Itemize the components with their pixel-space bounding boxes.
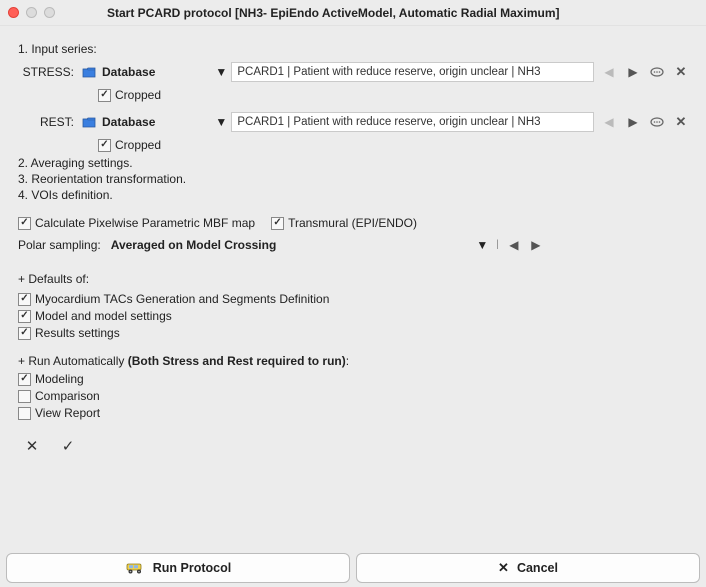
section-2-heading: 2. Averaging settings. (18, 156, 688, 170)
minimize-window-dot[interactable] (26, 7, 37, 18)
dialog-content: 1. Input series: STRESS: Database ▼ PCAR… (0, 26, 706, 469)
stress-cropped-checkbox[interactable]: Cropped (98, 88, 161, 102)
footer: Run Protocol ✕ Cancel (0, 553, 706, 583)
tool-row: ✕ ✓ (18, 423, 688, 463)
stress-cropped-label: Cropped (115, 88, 161, 102)
transmural-label: Transmural (EPI/ENDO) (288, 216, 417, 230)
rest-row: REST: Database ▼ PCARD1 | Patient with r… (18, 112, 688, 132)
rest-series-field[interactable]: PCARD1 | Patient with reduce reserve, or… (231, 112, 594, 132)
runauto-bold: (Both Stress and Rest required to run) (128, 354, 346, 368)
options-row: Calculate Pixelwise Parametric MBF map T… (18, 216, 688, 230)
cancel-button[interactable]: ✕ Cancel (356, 553, 700, 583)
stress-cropped-row: Cropped (98, 88, 688, 102)
polar-sampling-row: Polar sampling: Averaged on Model Crossi… (18, 238, 688, 252)
stress-clear-icon[interactable]: ✕ (674, 65, 688, 79)
close-window-dot[interactable] (8, 7, 19, 18)
folder-icon (82, 66, 96, 78)
calc-pixelwise-label: Calculate Pixelwise Parametric MBF map (35, 216, 255, 230)
section-3-heading: 3. Reorientation transformation. (18, 172, 688, 186)
folder-icon (82, 116, 96, 128)
checkbox-icon (18, 327, 31, 340)
window-title: Start PCARD protocol [NH3- EpiEndo Activ… (107, 6, 559, 20)
runauto-item-comparison[interactable]: Comparison (18, 389, 100, 403)
runauto-list: Modeling Comparison View Report (18, 372, 688, 420)
rest-cropped-checkbox[interactable]: Cropped (98, 138, 161, 152)
checkbox-icon (271, 217, 284, 230)
checkbox-icon (18, 217, 31, 230)
polar-prev-icon[interactable]: ◀ (507, 238, 521, 252)
checkbox-icon (18, 310, 31, 323)
defaults-item-model[interactable]: Model and model settings (18, 309, 172, 323)
polar-sampling-value: Averaged on Model Crossing (111, 238, 277, 252)
rest-cropped-row: Cropped (98, 138, 688, 152)
rest-more-icon[interactable] (650, 115, 664, 129)
defaults-item-label: Results settings (35, 326, 120, 340)
rest-prev-icon[interactable]: ◀ (602, 115, 616, 129)
defaults-item-results[interactable]: Results settings (18, 326, 120, 340)
cancel-label: Cancel (517, 561, 558, 575)
defaults-list: Myocardium TACs Generation and Segments … (18, 292, 688, 340)
stress-series-field[interactable]: PCARD1 | Patient with reduce reserve, or… (231, 62, 594, 82)
stress-source-name: Database (102, 65, 155, 79)
defaults-heading: + Defaults of: (18, 272, 688, 286)
checkbox-icon (98, 89, 111, 102)
polar-divider-icon: | (496, 239, 499, 250)
runauto-item-modeling[interactable]: Modeling (18, 372, 84, 386)
transmural-checkbox[interactable]: Transmural (EPI/ENDO) (271, 216, 417, 230)
polar-sampling-label: Polar sampling: (18, 238, 101, 252)
rest-nav-buttons: ◀ ▶ ✕ (602, 115, 688, 129)
car-icon (125, 561, 145, 575)
rest-label: REST: (18, 115, 74, 129)
run-protocol-label: Run Protocol (153, 561, 231, 575)
window-traffic-lights (8, 7, 55, 18)
rest-next-icon[interactable]: ▶ (626, 115, 640, 129)
runauto-suffix: : (346, 354, 349, 368)
checkbox-icon (18, 407, 31, 420)
maximize-window-dot[interactable] (44, 7, 55, 18)
rest-source-dropdown-icon[interactable]: ▼ (215, 115, 225, 129)
stress-more-icon[interactable] (650, 65, 664, 79)
checkbox-icon (98, 139, 111, 152)
rest-clear-icon[interactable]: ✕ (674, 115, 688, 129)
stress-label: STRESS: (18, 65, 74, 79)
runauto-item-label: View Report (35, 406, 100, 420)
stress-row: STRESS: Database ▼ PCARD1 | Patient with… (18, 62, 688, 82)
section-4-heading: 4. VOIs definition. (18, 188, 688, 202)
close-icon: ✕ (498, 560, 509, 576)
polar-dropdown-icon[interactable]: ▼ (476, 238, 488, 252)
stress-nav-buttons: ◀ ▶ ✕ (602, 65, 688, 79)
defaults-item-label: Model and model settings (35, 309, 172, 323)
defaults-item-label: Myocardium TACs Generation and Segments … (35, 292, 329, 306)
runauto-prefix: + Run Automatically (18, 354, 128, 368)
runauto-item-viewreport[interactable]: View Report (18, 406, 100, 420)
runauto-heading: + Run Automatically (Both Stress and Res… (18, 354, 688, 368)
run-protocol-button[interactable]: Run Protocol (6, 553, 350, 583)
defaults-item-myocardium[interactable]: Myocardium TACs Generation and Segments … (18, 292, 329, 306)
titlebar: Start PCARD protocol [NH3- EpiEndo Activ… (0, 0, 706, 26)
stress-prev-icon[interactable]: ◀ (602, 65, 616, 79)
stress-source-dropdown-icon[interactable]: ▼ (215, 65, 225, 79)
checkbox-icon (18, 373, 31, 386)
section-1-heading: 1. Input series: (18, 42, 688, 56)
stress-next-icon[interactable]: ▶ (626, 65, 640, 79)
close-icon[interactable]: ✕ (24, 438, 40, 454)
rest-cropped-label: Cropped (115, 138, 161, 152)
confirm-icon[interactable]: ✓ (60, 438, 76, 454)
checkbox-icon (18, 293, 31, 306)
runauto-item-label: Modeling (35, 372, 84, 386)
checkbox-icon (18, 390, 31, 403)
polar-next-icon[interactable]: ▶ (529, 238, 543, 252)
runauto-item-label: Comparison (35, 389, 100, 403)
rest-source-name: Database (102, 115, 155, 129)
calc-pixelwise-checkbox[interactable]: Calculate Pixelwise Parametric MBF map (18, 216, 255, 230)
